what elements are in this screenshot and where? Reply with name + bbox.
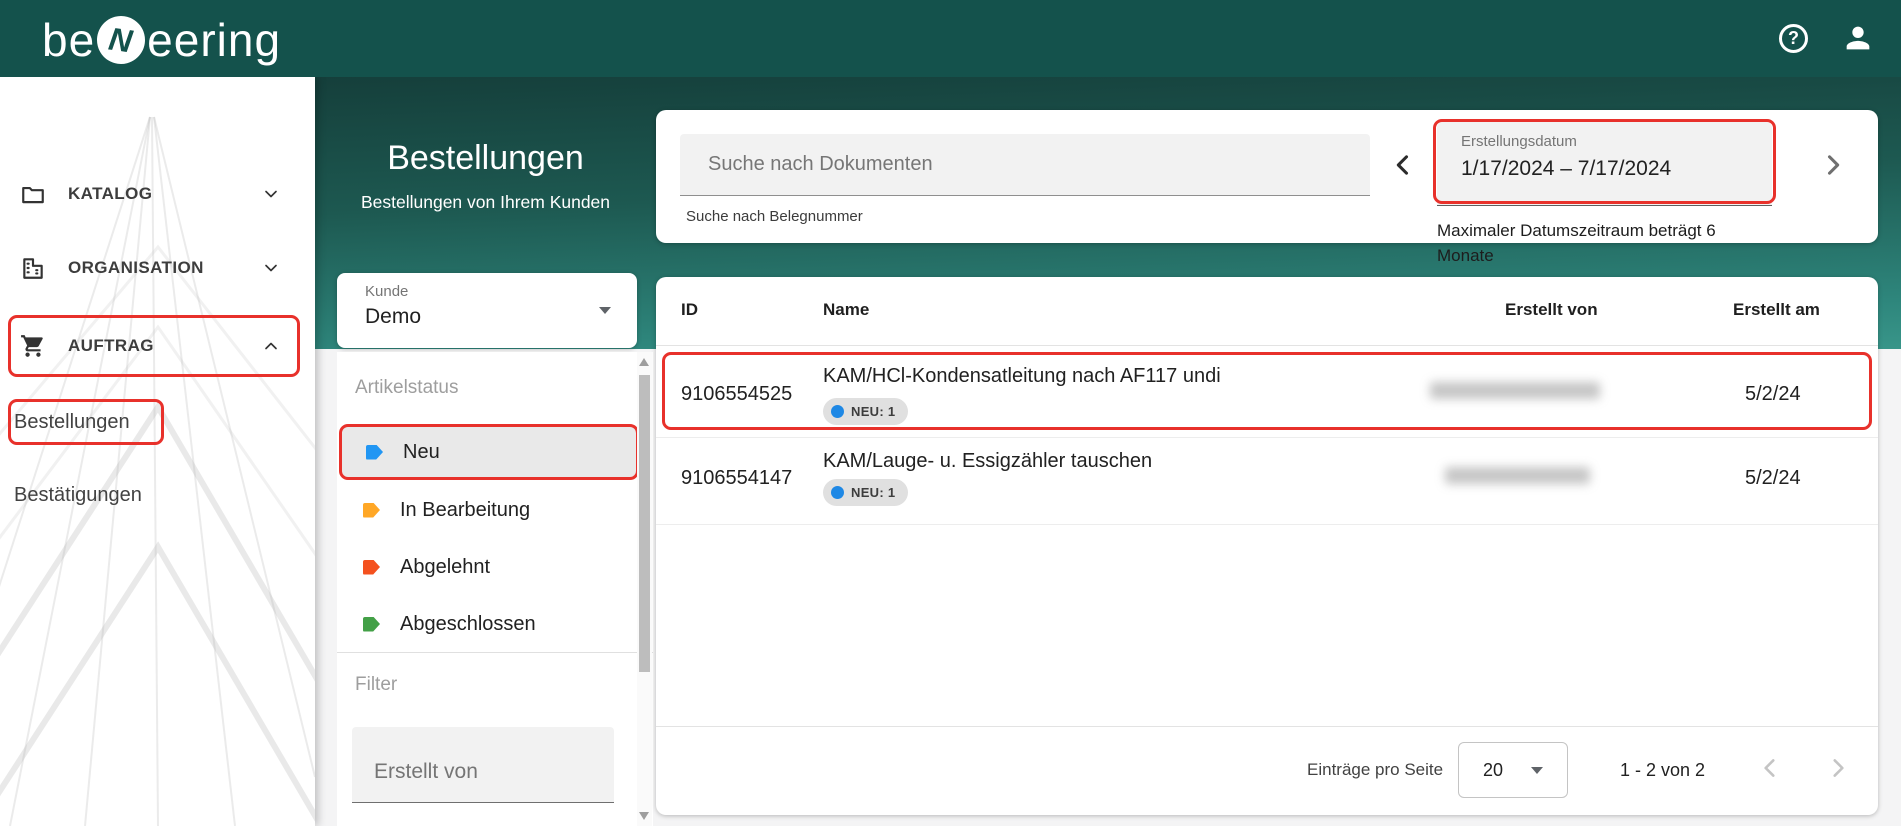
search-helper-text: Suche nach Belegnummer xyxy=(686,208,863,225)
status-filter-neu[interactable]: Neu xyxy=(339,424,639,480)
page-prev-icon[interactable] xyxy=(1757,755,1783,781)
date-next-icon[interactable] xyxy=(1819,151,1847,179)
chevron-up-icon xyxy=(261,336,281,356)
status-badge: NEU: 1 xyxy=(823,479,908,506)
help-icon[interactable]: ? xyxy=(1779,24,1808,53)
order-name: KAM/Lauge- u. Essigzähler tauschen xyxy=(823,450,1152,473)
page-title: Bestellungen xyxy=(315,139,656,178)
label-tag-icon xyxy=(366,445,383,460)
date-range-helper-text: Maximaler Datumszeitraum beträgt 6 Monat… xyxy=(1437,218,1767,268)
pagination-range-text: 1 - 2 von 2 xyxy=(1620,760,1705,781)
row-divider xyxy=(656,437,1878,438)
row-divider xyxy=(656,524,1878,525)
scrollbar-thumb[interactable] xyxy=(639,375,650,672)
customer-select-value: Demo xyxy=(365,305,421,329)
column-header-erstellt-am: Erstellt am xyxy=(1733,300,1820,320)
status-label: Neu xyxy=(403,441,440,464)
shopping-cart-icon xyxy=(20,333,46,359)
sidebar-item-katalog[interactable]: KATALOG xyxy=(0,172,315,216)
sidebar-subitem-bestellungen[interactable]: Bestellungen xyxy=(14,411,130,434)
date-range-label: Erstellungsdatum xyxy=(1461,133,1577,150)
created-date: 5/2/24 xyxy=(1745,467,1801,490)
badge-text: NEU: 1 xyxy=(851,485,895,500)
dropdown-caret-icon xyxy=(599,307,611,314)
top-app-bar: beNeering ? xyxy=(0,0,1901,77)
page-subtitle: Bestellungen von Ihrem Kunden xyxy=(315,192,656,213)
folder-icon xyxy=(20,181,46,207)
search-input[interactable] xyxy=(680,134,1370,196)
created-date: 5/2/24 xyxy=(1745,383,1801,406)
badge-dot-icon xyxy=(831,405,844,418)
date-prev-icon[interactable] xyxy=(1389,151,1417,179)
column-header-name: Name xyxy=(823,300,869,320)
customer-select[interactable]: Kunde Demo xyxy=(337,273,637,348)
brand-logo: beNeering xyxy=(42,13,281,67)
order-id: 9106554525 xyxy=(681,383,792,406)
chevron-down-icon xyxy=(261,184,281,204)
date-range-value: 1/17/2024 – 7/17/2024 xyxy=(1461,157,1671,181)
scrollbar-up-icon[interactable] xyxy=(639,358,649,366)
badge-text: NEU: 1 xyxy=(851,404,895,419)
chevron-down-icon xyxy=(261,258,281,278)
per-page-select[interactable]: 20 xyxy=(1458,742,1568,798)
sidebar-subitem-bestaetigungen[interactable]: Bestätigungen xyxy=(14,484,142,507)
page-next-icon[interactable] xyxy=(1825,755,1851,781)
customer-select-label: Kunde xyxy=(365,283,408,300)
filter-section-label: Filter xyxy=(355,674,397,696)
table-footer-divider xyxy=(656,726,1878,727)
filter-divider xyxy=(337,652,653,653)
label-tag-icon xyxy=(363,560,380,575)
app-screen: beNeering ? KATALOG xyxy=(0,0,1901,826)
sidebar-item-label: ORGANISATION xyxy=(68,258,204,278)
status-badge: NEU: 1 xyxy=(823,398,908,425)
status-label: Abgeschlossen xyxy=(400,613,536,636)
created-by-filter-input[interactable] xyxy=(352,727,614,803)
user-account-icon[interactable] xyxy=(1841,21,1875,55)
scrollbar-down-icon[interactable] xyxy=(639,812,649,820)
sidebar-nav: KATALOG ORGANISATION AUFTRAG Bestellunge… xyxy=(0,77,315,826)
filter-panel: Artikelstatus Neu In Bearbeitung Abgeleh… xyxy=(337,352,653,826)
sidebar-item-label: AUFTRAG xyxy=(68,336,154,356)
per-page-label: Einträge pro Seite xyxy=(1307,760,1443,780)
column-header-erstellt-von: Erstellt von xyxy=(1505,300,1598,320)
label-tag-icon xyxy=(363,503,380,518)
per-page-value: 20 xyxy=(1483,760,1503,781)
order-id: 9106554147 xyxy=(681,467,792,490)
date-range-field[interactable]: Erstellungsdatum 1/17/2024 – 7/17/2024 xyxy=(1437,122,1772,206)
label-tag-icon xyxy=(363,617,380,632)
sidebar-item-label: KATALOG xyxy=(68,184,152,204)
status-label: Abgelehnt xyxy=(400,556,490,579)
search-card: Suche nach Belegnummer Erstellungsdatum … xyxy=(656,110,1878,243)
status-filter-abgelehnt[interactable]: Abgelehnt xyxy=(339,545,639,589)
order-name: KAM/HCl-Kondensatleitung nach AF117 undi xyxy=(823,365,1221,388)
redacted-created-by xyxy=(1430,382,1600,399)
filter-scrollbar[interactable] xyxy=(637,352,652,826)
badge-dot-icon xyxy=(831,486,844,499)
logo-n-icon: N xyxy=(94,13,148,67)
column-header-id: ID xyxy=(681,300,698,320)
status-filter-in-bearbeitung[interactable]: In Bearbeitung xyxy=(339,488,639,532)
table-header-divider xyxy=(656,345,1878,346)
dropdown-caret-icon xyxy=(1531,767,1543,774)
logo-text-suffix: eering xyxy=(147,13,281,67)
sidebar-item-auftrag[interactable]: AUFTRAG xyxy=(0,324,315,368)
building-icon xyxy=(20,255,46,281)
redacted-created-by xyxy=(1445,467,1590,484)
status-filter-abgeschlossen[interactable]: Abgeschlossen xyxy=(339,602,639,646)
status-label: In Bearbeitung xyxy=(400,499,530,522)
orders-table-card: ID Name Erstellt von Erstellt am 9106554… xyxy=(656,277,1878,815)
sidebar-item-organisation[interactable]: ORGANISATION xyxy=(0,246,315,290)
status-section-label: Artikelstatus xyxy=(355,377,458,399)
logo-text-prefix: be xyxy=(42,13,95,67)
